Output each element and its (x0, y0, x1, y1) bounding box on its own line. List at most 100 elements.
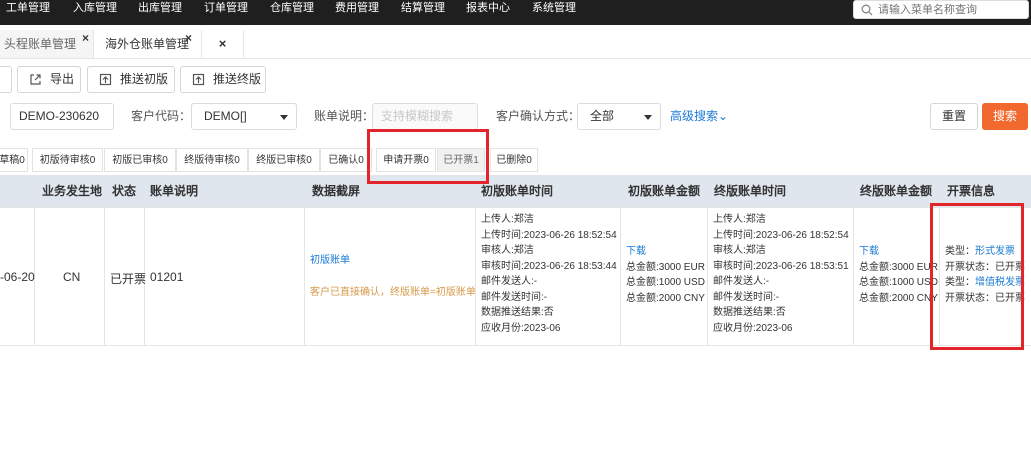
upload-icon (99, 73, 112, 86)
top-nav: 工单管理 入库管理 出库管理 订单管理 仓库管理 费用管理 结算管理 报表中心 … (0, 0, 1031, 25)
nav-item-tickets[interactable]: 工单管理 (6, 0, 50, 25)
column-divider (475, 207, 476, 345)
detail-line: 数据推送结果:否 (713, 307, 786, 318)
amount-line: 总金额:2000 CNY (626, 292, 705, 304)
detail-line: 邮件发送人:- (713, 276, 770, 287)
status-tab-draft[interactable]: 草稿0 (0, 148, 28, 172)
tab-label: 海外仓账单管理 (105, 37, 190, 51)
column-divider (304, 207, 305, 345)
initial-time-details: 上传人:郑洁 上传时间:2023-06-26 18:52:54 审核人:郑洁 审… (481, 212, 617, 336)
bill-number-value: DEMO-230620 (19, 109, 100, 123)
status-tab-final-pending[interactable]: 终版待审核0 (176, 148, 248, 172)
export-label: 导出 (50, 72, 75, 86)
detail-line: 数据推送结果:否 (481, 307, 554, 318)
nav-item-settlement[interactable]: 结算管理 (401, 0, 445, 25)
customer-code-select[interactable]: DEMO[] (191, 103, 297, 130)
initial-amount-details: 下载 总金额:3000 EUR 总金额:1000 USD 总金额:2000 CN… (626, 244, 705, 306)
amount-line: 总金额:2000 CNY (859, 292, 938, 304)
close-all-tabs-button[interactable]: × (202, 30, 244, 58)
push-final-button[interactable]: 推送终版 (180, 66, 266, 93)
bill-desc-label: 账单说明： (314, 109, 375, 123)
column-header-final-amount: 终版账单金额 (860, 184, 933, 198)
nav-item-warehouse[interactable]: 仓库管理 (270, 0, 314, 25)
nav-item-reports[interactable]: 报表中心 (466, 0, 510, 25)
detail-line: 上传人:郑洁 (713, 214, 766, 225)
amount-line: 总金额:3000 EUR (626, 261, 705, 273)
column-header-final-time: 终版账单时间 (714, 184, 787, 198)
detail-line: 邮件发送时间:- (481, 291, 548, 303)
bill-number-field[interactable]: DEMO-230620 (10, 103, 114, 130)
highlight-box-invoice-info (930, 203, 1024, 350)
detail-line: 上传时间:2023-06-26 18:52:54 (713, 229, 849, 241)
status-tab-final-approved[interactable]: 终版已审核0 (248, 148, 320, 172)
confirm-method-label: 客户确认方式： (496, 109, 581, 123)
reset-button[interactable]: 重置 (930, 103, 978, 130)
nav-item-fees[interactable]: 费用管理 (335, 0, 379, 25)
cell-date: -06-20 (0, 270, 35, 284)
customer-code-value: DEMO[] (204, 109, 247, 123)
advanced-search-link[interactable]: 高级搜索⌄ (670, 103, 728, 130)
push-initial-button[interactable]: 推送初版 (87, 66, 175, 93)
final-download-link[interactable]: 下载 (859, 244, 939, 260)
column-divider (620, 207, 621, 345)
amount-line: 总金额:1000 USD (859, 277, 938, 288)
confirm-method-select[interactable]: 全部 (577, 103, 661, 130)
detail-line: 上传人:郑洁 (481, 214, 534, 225)
status-tab-confirmed[interactable]: 已确认0 (320, 148, 372, 172)
chevron-down-icon (644, 115, 652, 120)
chevron-down-icon (280, 115, 288, 120)
search-icon (861, 4, 873, 16)
final-amount-details: 下载 总金额:3000 EUR 总金额:1000 USD 总金额:2000 CN… (859, 244, 939, 306)
column-header-initial-time: 初版账单时间 (481, 184, 554, 198)
nav-item-outbound[interactable]: 出库管理 (138, 0, 182, 25)
cell-status: 已开票 (110, 272, 147, 286)
column-divider (853, 207, 854, 345)
detail-line: 审核时间:2023-06-26 18:53:44 (481, 260, 617, 272)
confirm-method-value: 全部 (590, 109, 615, 123)
push-initial-label: 推送初版 (120, 72, 169, 86)
close-icon[interactable]: × (185, 24, 192, 52)
confirm-note: 客户已直接确认，终版账单=初版账单 (310, 287, 476, 298)
cell-location: CN (63, 270, 81, 284)
initial-bill-link[interactable]: 初版账单 (310, 253, 350, 269)
row-divider (0, 207, 1031, 208)
detail-line: 上传时间:2023-06-26 18:52:54 (481, 229, 617, 241)
bill-desc-placeholder: 支持模糊搜索 (381, 109, 454, 123)
column-divider (707, 207, 708, 345)
tab-first-leg-bills[interactable]: 头程账单管理 × (0, 30, 94, 58)
nav-item-system[interactable]: 系统管理 (532, 0, 576, 25)
row-divider (0, 345, 1031, 346)
tab-overseas-warehouse-bills[interactable]: 海外仓账单管理 × (94, 30, 202, 58)
cell-desc: 01201 (150, 270, 184, 284)
status-tab-deleted[interactable]: 已删除0 (490, 148, 538, 172)
status-tab-initial-pending[interactable]: 初版待审核0 (32, 148, 103, 172)
column-header-location: 业务发生地 (42, 184, 103, 198)
detail-line: 邮件发送时间:- (713, 291, 780, 303)
export-button[interactable]: 导出 (17, 66, 81, 93)
amount-line: 总金额:3000 EUR (859, 261, 938, 273)
highlight-box-status-tabs (367, 129, 489, 184)
menu-search-box[interactable] (853, 0, 1029, 19)
search-button[interactable]: 搜索 (982, 103, 1028, 130)
final-time-details: 上传人:郑洁 上传时间:2023-06-26 18:52:54 审核人:郑洁 审… (713, 212, 849, 336)
detail-line: 审核人:郑洁 (713, 245, 766, 256)
detail-line: 应收月份:2023-06 (713, 322, 793, 334)
column-header-status: 状态 (112, 184, 137, 198)
toolbar-button-clipped[interactable] (0, 66, 12, 93)
upload-icon (192, 73, 205, 86)
status-tab-initial-approved[interactable]: 初版已审核0 (104, 148, 176, 172)
detail-line: 审核人:郑洁 (481, 245, 534, 256)
initial-download-link[interactable]: 下载 (626, 244, 705, 260)
tab-label: 头程账单管理 (4, 37, 77, 51)
column-header-initial-amount: 初版账单金额 (628, 184, 701, 198)
push-final-label: 推送终版 (213, 72, 262, 86)
column-divider (104, 207, 105, 345)
nav-item-inbound[interactable]: 入库管理 (73, 0, 117, 25)
menu-search-input[interactable] (878, 2, 1026, 17)
close-icon[interactable]: × (82, 24, 89, 52)
nav-item-orders[interactable]: 订单管理 (204, 0, 248, 25)
amount-line: 总金额:1000 USD (626, 277, 705, 288)
column-header-screenshot: 数据截屏 (312, 184, 361, 198)
bill-desc-input[interactable]: 支持模糊搜索 (372, 103, 478, 130)
detail-line: 邮件发送人:- (481, 276, 538, 287)
